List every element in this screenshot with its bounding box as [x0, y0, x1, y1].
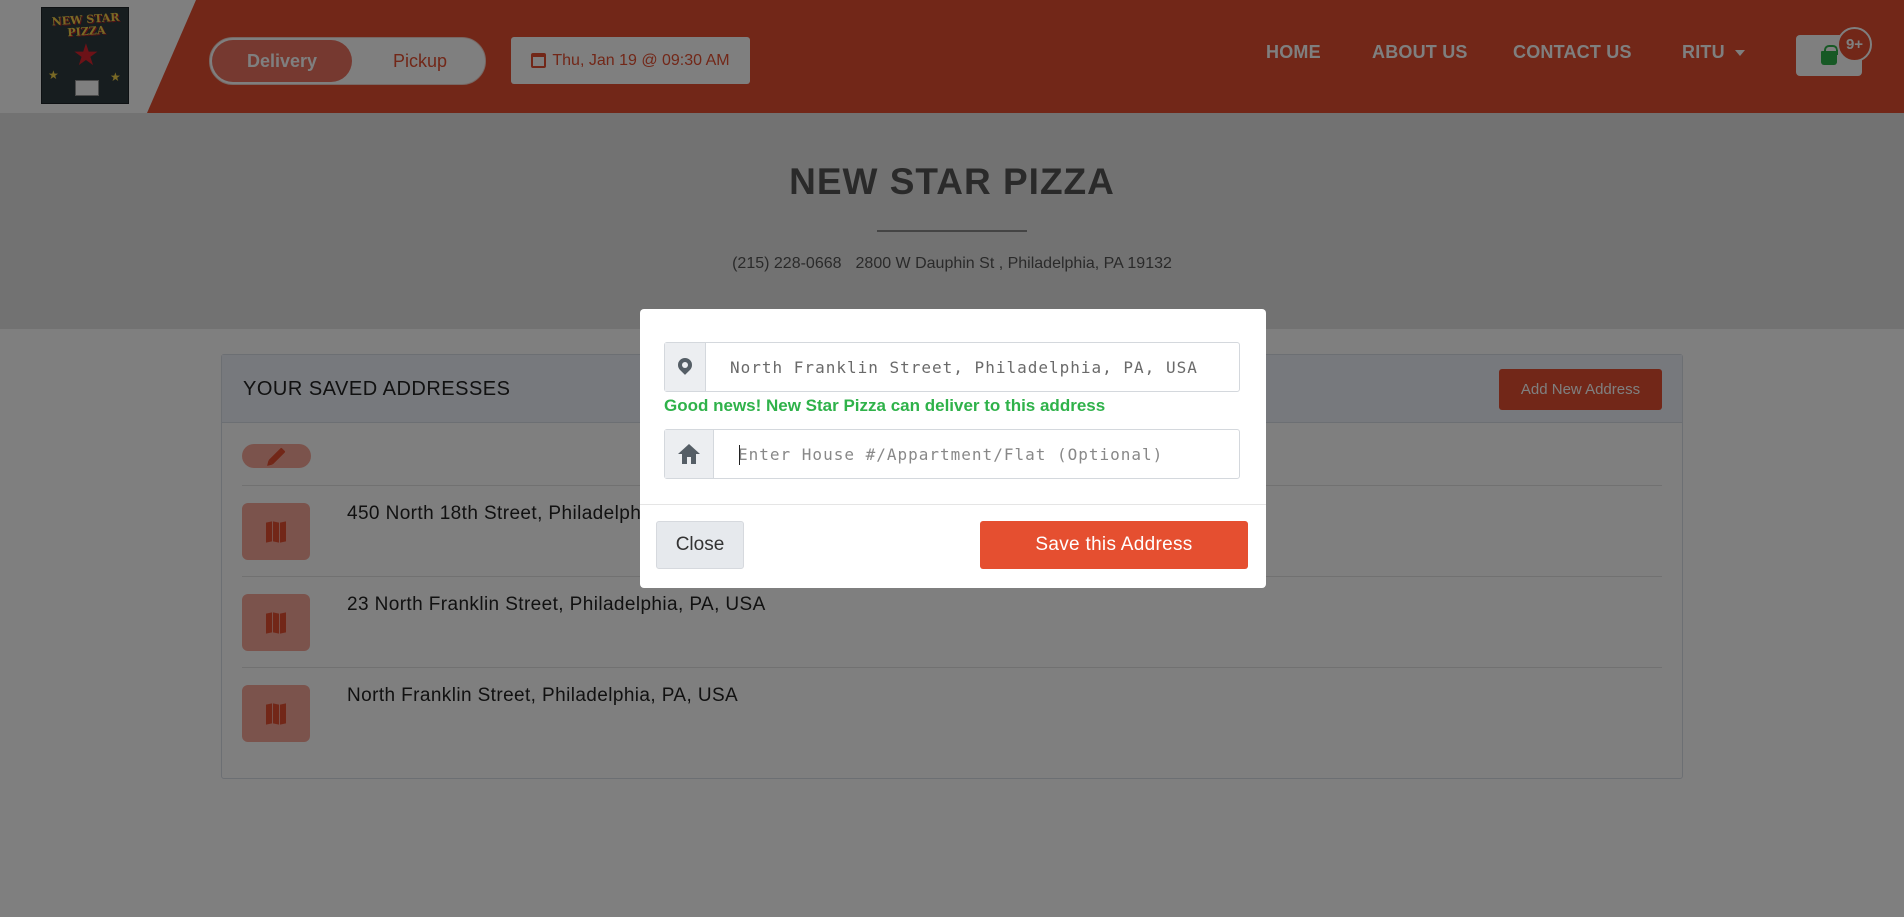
modal-body: Good news! New Star Pizza can deliver to… — [640, 309, 1266, 504]
house-number-input[interactable] — [714, 430, 1239, 478]
location-addon — [665, 343, 706, 391]
map-marker-icon — [675, 355, 695, 375]
house-input-group — [664, 429, 1240, 479]
address-modal: Good news! New Star Pizza can deliver to… — [640, 309, 1266, 588]
delivery-availability-message: Good news! New Star Pizza can deliver to… — [664, 396, 1106, 415]
location-input-group — [664, 342, 1240, 392]
close-button[interactable]: Close — [656, 521, 744, 569]
location-input[interactable] — [706, 343, 1239, 391]
home-icon — [678, 444, 700, 464]
save-address-button[interactable]: Save this Address — [980, 521, 1248, 569]
text-cursor — [739, 445, 740, 465]
modal-footer: Close Save this Address — [640, 504, 1266, 588]
house-addon — [665, 430, 714, 478]
